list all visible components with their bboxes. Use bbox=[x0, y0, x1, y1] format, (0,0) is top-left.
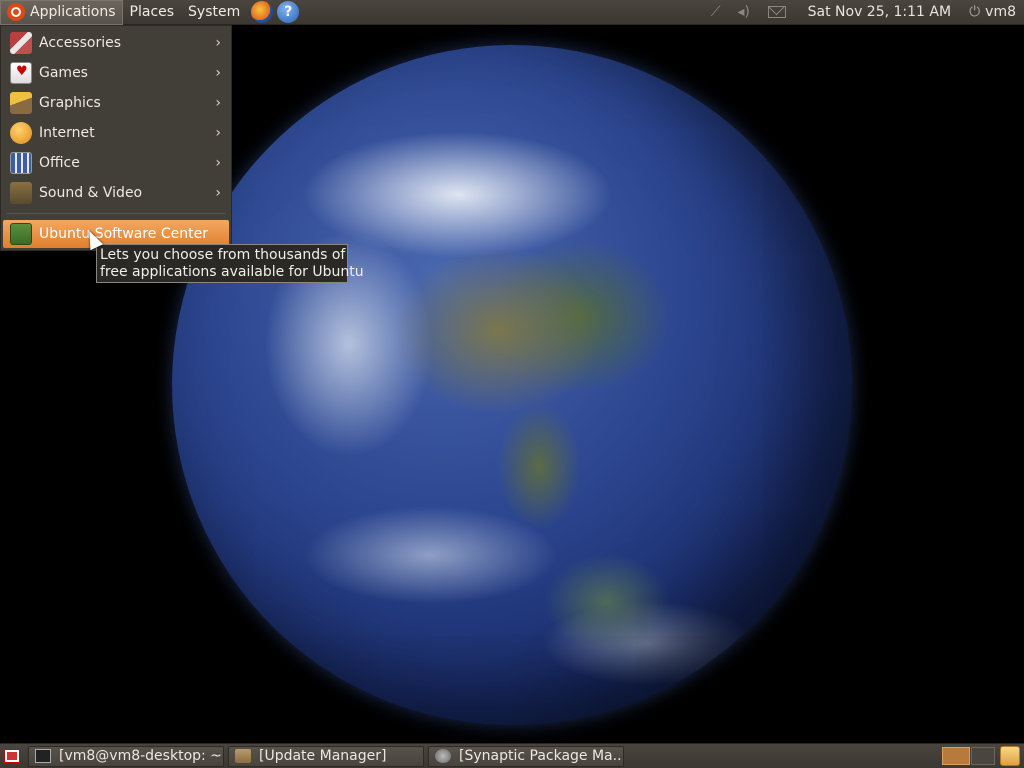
terminal-icon bbox=[35, 749, 51, 763]
taskbar-item-update-manager[interactable]: [Update Manager] bbox=[228, 745, 424, 767]
earth-image bbox=[172, 45, 852, 725]
places-menu-button[interactable]: Places bbox=[123, 0, 182, 25]
menu-item-games[interactable]: Games › bbox=[3, 59, 229, 87]
tooltip-line-2: free applications available for Ubuntu bbox=[100, 264, 364, 280]
accessories-icon bbox=[10, 32, 32, 54]
system-menu-button[interactable]: System bbox=[181, 0, 247, 25]
menu-separator bbox=[7, 213, 225, 214]
menu-item-label: Office bbox=[39, 155, 80, 171]
chevron-right-icon: › bbox=[215, 95, 221, 111]
power-icon: ⏻ bbox=[969, 4, 981, 20]
menu-item-sound-video[interactable]: Sound & Video › bbox=[3, 179, 229, 207]
top-panel: Applications Places System ? ⟋ ◂) Sat No… bbox=[0, 0, 1024, 25]
user-menu[interactable]: ⏻ vm8 bbox=[969, 4, 1016, 20]
tooltip: Lets you choose from thousands of free a… bbox=[96, 244, 364, 283]
update-manager-icon bbox=[235, 749, 251, 763]
firefox-icon[interactable] bbox=[251, 1, 274, 23]
bottom-panel: [vm8@vm8-desktop: ~] [Update Manager] [S… bbox=[0, 743, 1024, 768]
menu-item-internet[interactable]: Internet › bbox=[3, 119, 229, 147]
software-center-icon bbox=[10, 223, 32, 245]
chevron-right-icon: › bbox=[215, 185, 221, 201]
system-menu-label: System bbox=[188, 4, 241, 20]
menu-item-label: Graphics bbox=[39, 95, 101, 111]
sound-video-icon bbox=[10, 182, 32, 204]
taskbar-item-terminal[interactable]: [vm8@vm8-desktop: ~] bbox=[28, 745, 224, 767]
workspace-1[interactable] bbox=[942, 747, 970, 765]
synaptic-icon bbox=[435, 749, 451, 763]
tooltip-line-1: Lets you choose from thousands of bbox=[100, 247, 346, 263]
mail-icon[interactable] bbox=[767, 6, 786, 18]
menu-item-label: Games bbox=[39, 65, 88, 81]
volume-icon[interactable]: ◂) bbox=[736, 4, 752, 20]
menu-item-accessories[interactable]: Accessories › bbox=[3, 29, 229, 57]
menu-item-office[interactable]: Office › bbox=[3, 149, 229, 177]
applications-menu-button[interactable]: Applications bbox=[0, 0, 123, 25]
menu-item-label: Accessories bbox=[39, 35, 122, 51]
menu-item-label: Internet bbox=[39, 125, 95, 141]
chevron-right-icon: › bbox=[215, 155, 221, 171]
office-icon bbox=[10, 152, 32, 174]
menu-item-label: Ubuntu Software Center bbox=[39, 226, 208, 242]
internet-icon bbox=[10, 122, 32, 144]
taskbar-item-synaptic[interactable]: [Synaptic Package Ma... bbox=[428, 745, 624, 767]
trash-icon[interactable] bbox=[1000, 746, 1020, 766]
workspace-2[interactable] bbox=[971, 747, 995, 765]
applications-dropdown: Accessories › Games › Graphics › Interne… bbox=[0, 25, 232, 251]
user-name: vm8 bbox=[985, 4, 1016, 20]
chevron-right-icon: › bbox=[215, 125, 221, 141]
menu-item-graphics[interactable]: Graphics › bbox=[3, 89, 229, 117]
taskbar-item-label: [Synaptic Package Ma... bbox=[459, 748, 624, 764]
taskbar-item-label: [Update Manager] bbox=[259, 748, 387, 764]
system-tray: ⟋ ◂) Sat Nov 25, 1:11 AM ⏻ vm8 bbox=[702, 0, 1024, 25]
ubuntu-logo-icon bbox=[7, 3, 25, 21]
help-icon[interactable]: ? bbox=[277, 1, 300, 23]
show-desktop-icon[interactable] bbox=[4, 749, 20, 763]
chevron-right-icon: › bbox=[215, 35, 221, 51]
graphics-icon bbox=[10, 92, 32, 114]
network-icon[interactable]: ⟋ bbox=[708, 4, 724, 20]
clock[interactable]: Sat Nov 25, 1:11 AM bbox=[808, 4, 951, 20]
taskbar-item-label: [vm8@vm8-desktop: ~] bbox=[59, 748, 224, 764]
menu-item-label: Sound & Video bbox=[39, 185, 143, 201]
games-icon bbox=[10, 62, 32, 84]
applications-menu-label: Applications bbox=[30, 4, 116, 20]
chevron-right-icon: › bbox=[215, 65, 221, 81]
places-menu-label: Places bbox=[129, 4, 175, 20]
